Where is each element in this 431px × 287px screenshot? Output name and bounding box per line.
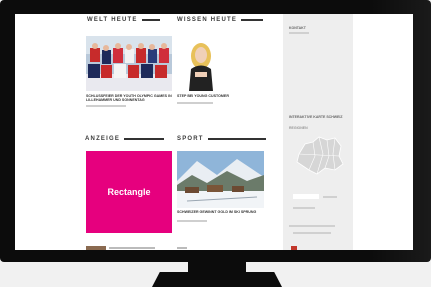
- team-photo-illustration: [86, 36, 172, 91]
- article-image-portrait[interactable]: [177, 36, 264, 91]
- sidebar: KONTAKT INTERAKTIVE KARTE SCHWEIZ REGION…: [283, 14, 353, 250]
- sidebar-select[interactable]: [293, 194, 319, 199]
- section-rule: [124, 138, 165, 140]
- sidebar-map-title: INTERAKTIVE KARTE SCHWEIZ: [289, 115, 343, 119]
- sidebar-rule: [289, 32, 309, 34]
- switzerland-map[interactable]: [295, 134, 345, 176]
- article-meta-line: [109, 247, 155, 249]
- section-heading-sport[interactable]: SPORT: [177, 136, 266, 142]
- sidebar-rule: [293, 207, 315, 209]
- article-image-team-photo[interactable]: [86, 36, 172, 91]
- portrait-illustration: [177, 36, 264, 91]
- article-image-partial[interactable]: [86, 246, 106, 250]
- article-meta-line: [177, 220, 207, 222]
- ad-rectangle[interactable]: Rectangle: [86, 151, 172, 233]
- sidebar-rule: [293, 232, 331, 234]
- ad-label: Rectangle: [107, 187, 151, 197]
- article-image-ski-resort[interactable]: [177, 151, 264, 208]
- sidebar-map-subtitle: REGIONEN: [289, 126, 308, 130]
- monitor-frame: WELT HEUTE WISSEN HEUTE SCHLUSSFEIER DER…: [0, 0, 431, 262]
- map-icon: [296, 136, 344, 175]
- article-meta-line: [177, 102, 213, 104]
- section-rule: [141, 19, 160, 21]
- section-heading-wissen-heute[interactable]: WISSEN HEUTE: [177, 17, 264, 23]
- article-caption[interactable]: SCHLUSSFEIER DER YOUTH OLYMPIC GAMES IN …: [86, 94, 172, 103]
- section-heading-anzeige: ANZEIGE: [85, 136, 165, 142]
- sidebar-flag-icon: [291, 246, 297, 250]
- section-heading-welt-heute[interactable]: WELT HEUTE: [87, 17, 160, 23]
- article-meta-line: [86, 105, 126, 107]
- sidebar-rule: [323, 196, 337, 198]
- section-label-sport: SPORT: [177, 136, 204, 142]
- article-caption[interactable]: SCHWEIZER GEWINNT GOLD IM SKI SPRUNG: [177, 210, 264, 214]
- ski-resort-illustration: [177, 151, 264, 208]
- section-rule: [241, 19, 264, 21]
- section-label-anzeige: ANZEIGE: [85, 136, 121, 142]
- section-rule: [207, 138, 266, 140]
- sidebar-label[interactable]: KONTAKT: [289, 26, 306, 30]
- section-label-wissen-heute: WISSEN HEUTE: [177, 17, 238, 23]
- monitor-stand-base: [152, 272, 282, 287]
- article-caption[interactable]: STEP BEI YOUNG CUSTOMER: [177, 94, 264, 98]
- section-label-welt-heute: WELT HEUTE: [87, 17, 138, 23]
- monitor-screen: WELT HEUTE WISSEN HEUTE SCHLUSSFEIER DER…: [15, 14, 413, 250]
- article-meta-line: [177, 247, 187, 249]
- sidebar-rule: [289, 225, 335, 227]
